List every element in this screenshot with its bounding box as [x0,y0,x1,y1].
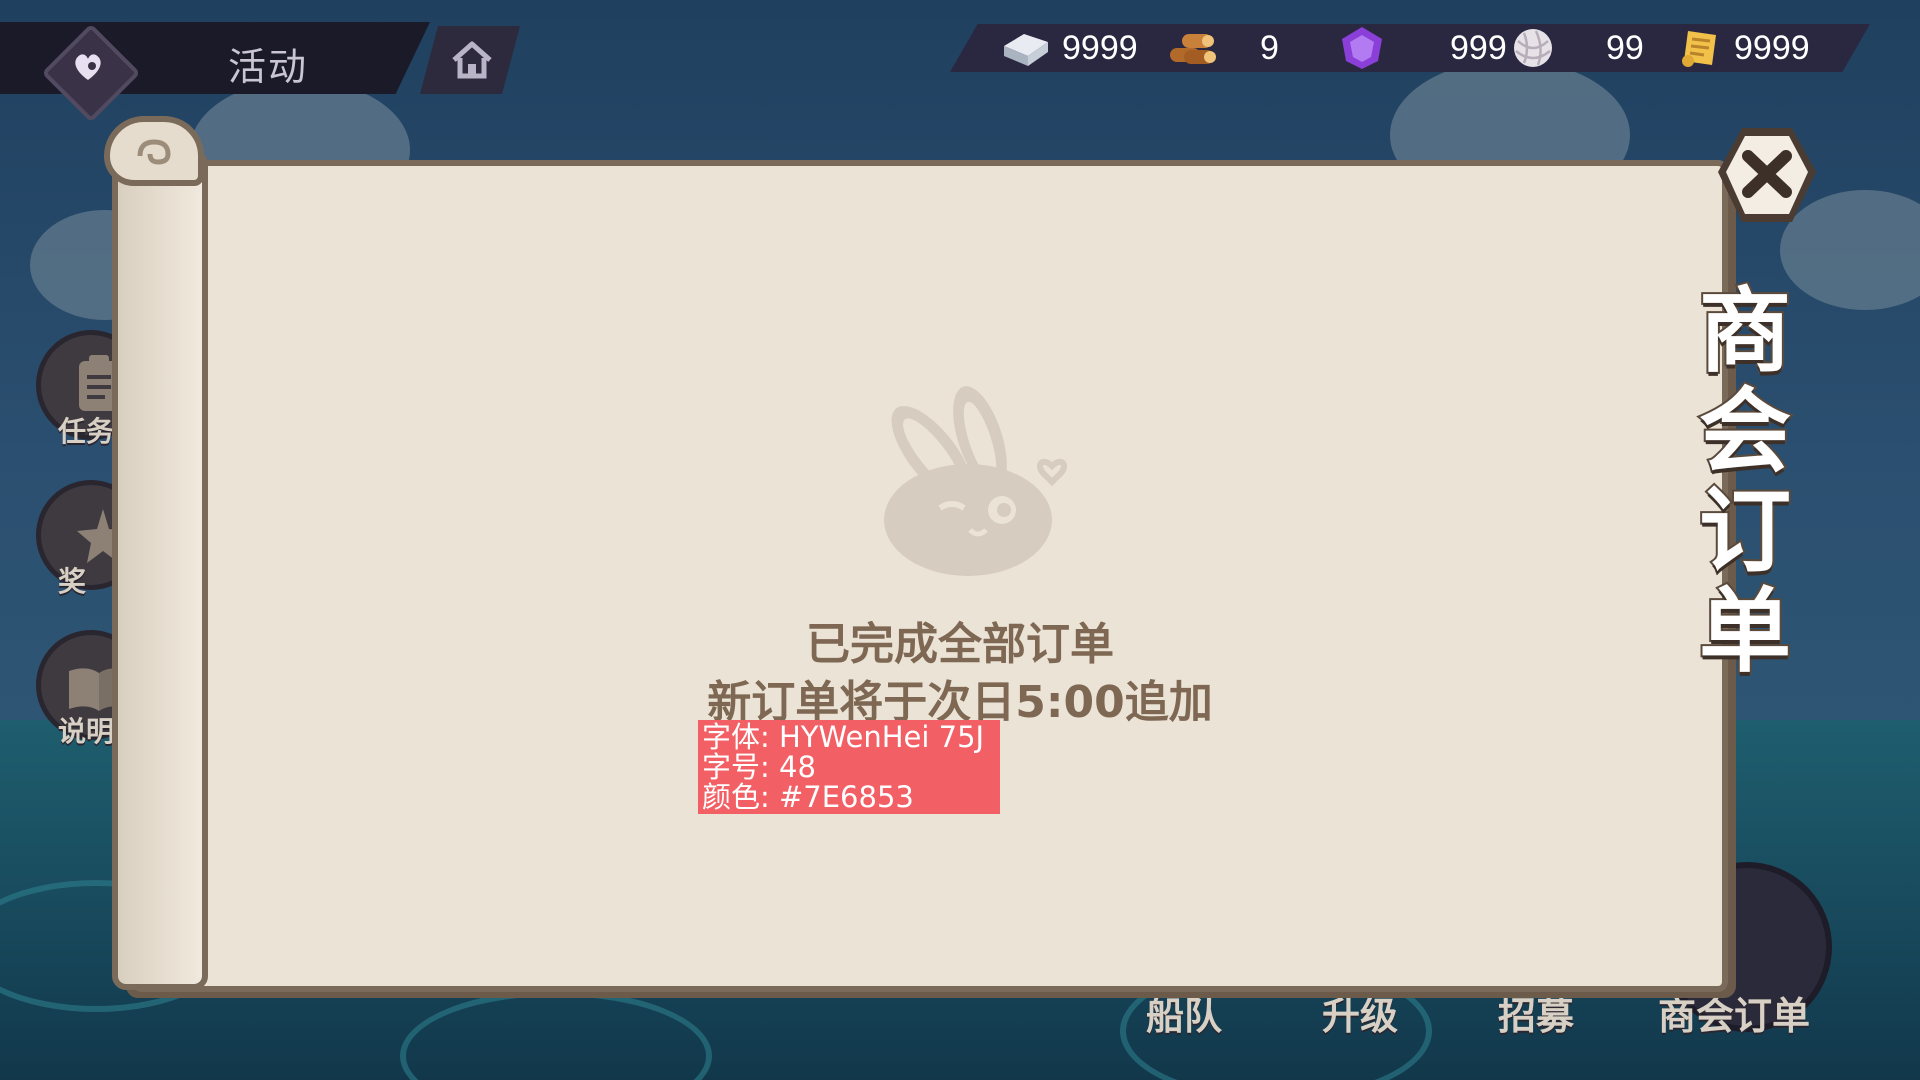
yarn-ball-icon [1514,29,1552,67]
side-label-tasks: 任务 [58,415,115,448]
gem-value: 999 [1450,28,1507,67]
scroll-ticket-icon [1682,31,1716,67]
empty-message-line1: 已完成全部订单 [806,619,1114,670]
title-char-3: 订 [1697,478,1793,585]
wood-logs-icon [1170,34,1216,64]
annotation-color: 颜色: #7E6853 [702,780,914,814]
side-label-rewards: 奖 [58,565,87,598]
annotation-size: 字号: 48 [702,750,816,784]
resource-ticket[interactable]: 9999 [1678,24,1810,72]
close-button[interactable] [1712,124,1820,228]
panel-vertical-title: 商 会 订 单 [1690,278,1800,685]
scroll-roll [112,150,208,990]
purple-gem-icon [1342,27,1382,69]
font-spec-annotation: 字体: HYWenHei 75J 字号: 48 颜色: #7E6853 [698,720,1000,814]
top-title-bar: 活动 [0,18,520,123]
wood-value: 9 [1260,28,1279,67]
heart-leaf-icon [75,54,101,80]
annotation-font: 字体: HYWenHei 75J [702,720,985,754]
resource-gem[interactable]: 999 [1338,24,1507,72]
resource-yarn[interactable]: 99 [1510,24,1644,72]
resource-silver[interactable]: 9999 [1000,24,1138,72]
title-char-4: 单 [1697,578,1793,685]
ticket-value: 9999 [1734,28,1810,67]
home-icon [452,41,492,79]
page-title: 活动 [228,45,309,89]
home-button[interactable] [420,26,520,94]
scroll-curl [104,116,204,186]
title-char-1: 商 [1697,278,1793,385]
resource-wood[interactable]: 9 [1166,24,1279,72]
silver-value: 9999 [1062,28,1138,67]
activity-emblem[interactable] [41,23,141,123]
swirl-icon [137,139,171,165]
title-char-2: 会 [1697,378,1793,485]
silver-ingot-icon [1004,34,1048,66]
bunny-mascot-icon [884,386,1067,576]
yarn-value: 99 [1606,28,1644,67]
